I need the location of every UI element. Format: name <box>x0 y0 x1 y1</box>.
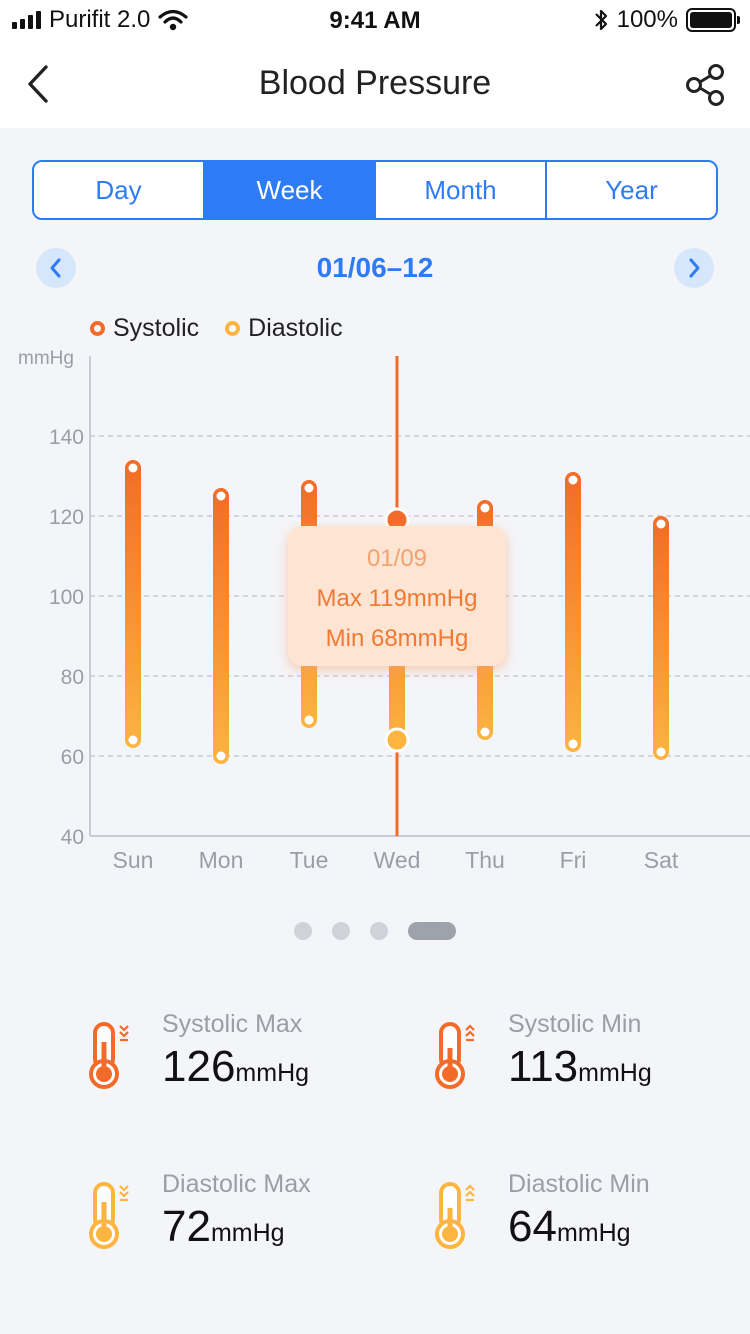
status-right: 100% <box>593 6 740 34</box>
thermometer-up-icon <box>89 1022 129 1089</box>
stat-unit: mmHg <box>210 1219 285 1247</box>
systolic-point <box>568 475 578 485</box>
legend-systolic: Systolic <box>90 314 199 343</box>
thermometer-down-icon <box>435 1182 475 1249</box>
stat-value: 64mmHg <box>508 1202 631 1252</box>
stat-systolic-max: Systolic Max 126mmHg <box>86 1010 406 1120</box>
battery-percent: 100% <box>616 6 678 33</box>
page-title: Blood Pressure <box>258 64 492 102</box>
next-week-button[interactable] <box>674 248 714 288</box>
tab-day[interactable]: Day <box>34 162 205 218</box>
y-unit-label: mmHg <box>18 348 74 369</box>
diastolic-point <box>480 727 490 737</box>
systolic-point <box>216 491 226 501</box>
x-tick-label: Wed <box>374 847 421 873</box>
systolic-point <box>304 483 314 493</box>
y-tick-label: 120 <box>49 506 84 529</box>
stat-unit: mmHg <box>235 1059 310 1087</box>
x-tick-label: Sat <box>644 847 679 873</box>
diastolic-dot-icon <box>225 321 241 336</box>
systolic-point <box>128 463 138 473</box>
tab-month[interactable]: Month <box>376 162 547 218</box>
y-tick-label: 60 <box>61 746 84 769</box>
tab-year[interactable]: Year <box>547 162 716 218</box>
stat-number: 72 <box>162 1202 211 1251</box>
stat-label: Diastolic Min <box>508 1170 650 1198</box>
y-tick-label: 40 <box>61 826 84 849</box>
pager-dot[interactable] <box>370 922 388 940</box>
stat-value: 72mmHg <box>162 1202 285 1252</box>
stat-label: Systolic Max <box>162 1010 303 1038</box>
x-tick-label: Mon <box>199 847 244 873</box>
blood-pressure-chart[interactable]: mmHg 140 120 100 80 60 40 Sun Mon Tue Wed Thu Fri Sat… <box>0 340 750 900</box>
diastolic-point <box>656 747 666 757</box>
pager-dot[interactable] <box>408 922 456 940</box>
stat-unit: mmHg <box>578 1059 652 1087</box>
battery-icon <box>686 8 740 32</box>
range-bar[interactable] <box>125 460 141 748</box>
stat-number: 126 <box>162 1042 236 1091</box>
bluetooth-icon <box>594 9 607 31</box>
legend-diastolic-label: Diastolic <box>248 314 343 342</box>
diastolic-point <box>216 751 226 761</box>
y-tick-label: 100 <box>49 586 84 609</box>
x-tick-label: Sun <box>113 847 154 873</box>
tooltip-date: 01/09 <box>367 545 427 572</box>
range-bar[interactable] <box>213 488 229 764</box>
date-navigator: 01/06–12 <box>0 246 750 292</box>
tooltip-max: Max 119mmHg <box>317 585 478 612</box>
status-bar: Purifit 2.0 9:41 AM 100% <box>0 0 750 40</box>
chart-tooltip: 01/09 Max 119mmHg Min 68mmHg <box>288 526 506 670</box>
systolic-point <box>656 519 666 529</box>
chevron-right-icon <box>689 258 700 278</box>
stat-systolic-min: Systolic Min 113mmHg <box>432 1010 750 1120</box>
stat-label: Diastolic Max <box>162 1170 311 1198</box>
legend-systolic-label: Systolic <box>113 314 200 342</box>
navigation-bar: Blood Pressure <box>0 40 750 128</box>
x-tick-label: Thu <box>465 847 505 873</box>
stat-label: Systolic Min <box>508 1010 642 1038</box>
y-tick-label: 140 <box>49 426 84 449</box>
tooltip-min: Min 68mmHg <box>326 625 469 652</box>
date-range-label: 01/06–12 <box>316 252 434 283</box>
stat-diastolic-max: Diastolic Max 72mmHg <box>86 1170 406 1280</box>
stat-number: 113 <box>508 1042 579 1091</box>
share-icon <box>686 64 724 106</box>
diastolic-point <box>128 735 138 745</box>
legend-diastolic: Diastolic <box>225 314 343 343</box>
pager-dot[interactable] <box>332 922 350 940</box>
range-bar[interactable] <box>653 516 669 760</box>
systolic-point <box>480 503 490 513</box>
diastolic-point <box>304 715 314 725</box>
tab-week[interactable]: Week <box>205 162 376 218</box>
diastolic-point <box>384 727 410 753</box>
diastolic-point <box>568 739 578 749</box>
stat-unit: mmHg <box>556 1219 631 1247</box>
stat-number: 64 <box>508 1202 557 1251</box>
stat-value: 126mmHg <box>162 1042 309 1092</box>
stat-value: 113mmHg <box>508 1042 652 1092</box>
systolic-dot-icon <box>90 321 105 336</box>
x-tick-label: Fri <box>560 847 587 873</box>
share-button[interactable] <box>682 62 728 108</box>
chart-pager <box>0 922 750 940</box>
stat-diastolic-min: Diastolic Min 64mmHg <box>432 1170 750 1280</box>
x-tick-label: Tue <box>290 847 329 873</box>
y-tick-label: 80 <box>61 666 84 689</box>
chart-legend: Systolic Diastolic <box>90 314 343 343</box>
pager-dot[interactable] <box>294 922 312 940</box>
range-bar[interactable] <box>565 472 581 752</box>
period-tabs: Day Week Month Year <box>32 160 718 220</box>
thermometer-up-icon <box>89 1182 129 1249</box>
thermometer-down-icon <box>435 1022 475 1089</box>
